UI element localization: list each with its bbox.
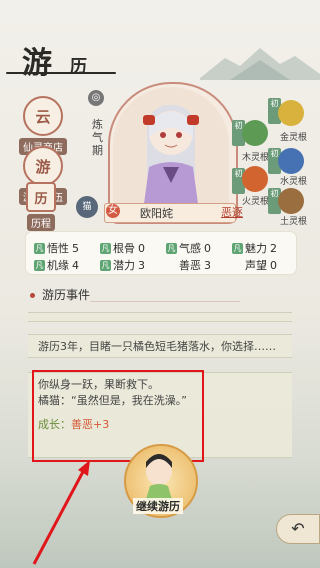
event-text: 游历3年，目睹一只橘色短毛猪落水，你选择…… — [38, 340, 276, 353]
team-icon: 游 — [23, 146, 63, 186]
wood-root-icon — [242, 120, 268, 146]
realm-icon: ◎ — [88, 90, 104, 106]
water-root-icon — [278, 148, 304, 174]
cloud-mountain-decoration — [200, 48, 320, 80]
stat-item: 善恶 3 — [179, 259, 211, 272]
nav-history[interactable]: 历 历程 — [14, 182, 68, 231]
earth-root-label: 土灵根 — [280, 217, 308, 227]
stat-item: 凡魅力 2 — [232, 242, 277, 255]
earth-root-icon — [278, 188, 304, 214]
stat-item: 凡气感 0 — [166, 242, 211, 255]
event-bullet — [30, 293, 35, 298]
gold-root-icon — [278, 100, 304, 126]
stat-item: 凡悟性 5 — [34, 242, 79, 255]
page-title: 游 — [22, 46, 54, 81]
fire-root-label: 火灵根 — [242, 197, 270, 207]
gender-icon: 女 — [106, 204, 120, 218]
continue-travel-label: 继续游历 — [133, 498, 183, 514]
stat-item: 凡潜力 3 — [100, 259, 145, 272]
attribute-card: 凡悟性 5 凡根骨 0 凡气感 0 凡魅力 2 凡机缘 4 凡潜力 3 善恶 3 声望 0 — [26, 232, 296, 274]
realm-label: 炼气期 — [92, 118, 103, 157]
shop-icon: 云 — [23, 96, 63, 136]
back-button[interactable]: ↶ — [276, 514, 320, 544]
wood-root-label: 木灵根 — [242, 153, 270, 163]
fire-root-icon — [242, 166, 268, 192]
nav-history-label: 历程 — [27, 214, 55, 231]
pet-cat-icon[interactable]: 猫 — [76, 196, 98, 218]
event-entry: 游历3年，目睹一只橘色短毛猪落水，你选择…… — [28, 334, 292, 358]
header: 游 历 — [0, 0, 320, 88]
stat-item: 声望 0 — [245, 259, 277, 272]
trait-tag[interactable]: 恶逐 — [221, 204, 243, 220]
event-entry — [28, 312, 292, 322]
stat-item: 凡机缘 4 — [34, 259, 79, 272]
title-underline — [6, 72, 116, 74]
annotation-arrow — [32, 460, 90, 565]
character-portrait[interactable] — [113, 87, 229, 211]
events-divider — [90, 301, 240, 302]
character-name: 欧阳姹 — [140, 207, 173, 220]
history-icon: 历 — [26, 182, 56, 212]
events-header: 游历事件 — [42, 288, 91, 302]
gold-root-label: 金灵根 — [280, 133, 308, 143]
water-root-label: 水灵根 — [280, 177, 308, 187]
character-avatar-icon — [143, 105, 199, 211]
stat-item: 凡根骨 0 — [100, 242, 145, 255]
